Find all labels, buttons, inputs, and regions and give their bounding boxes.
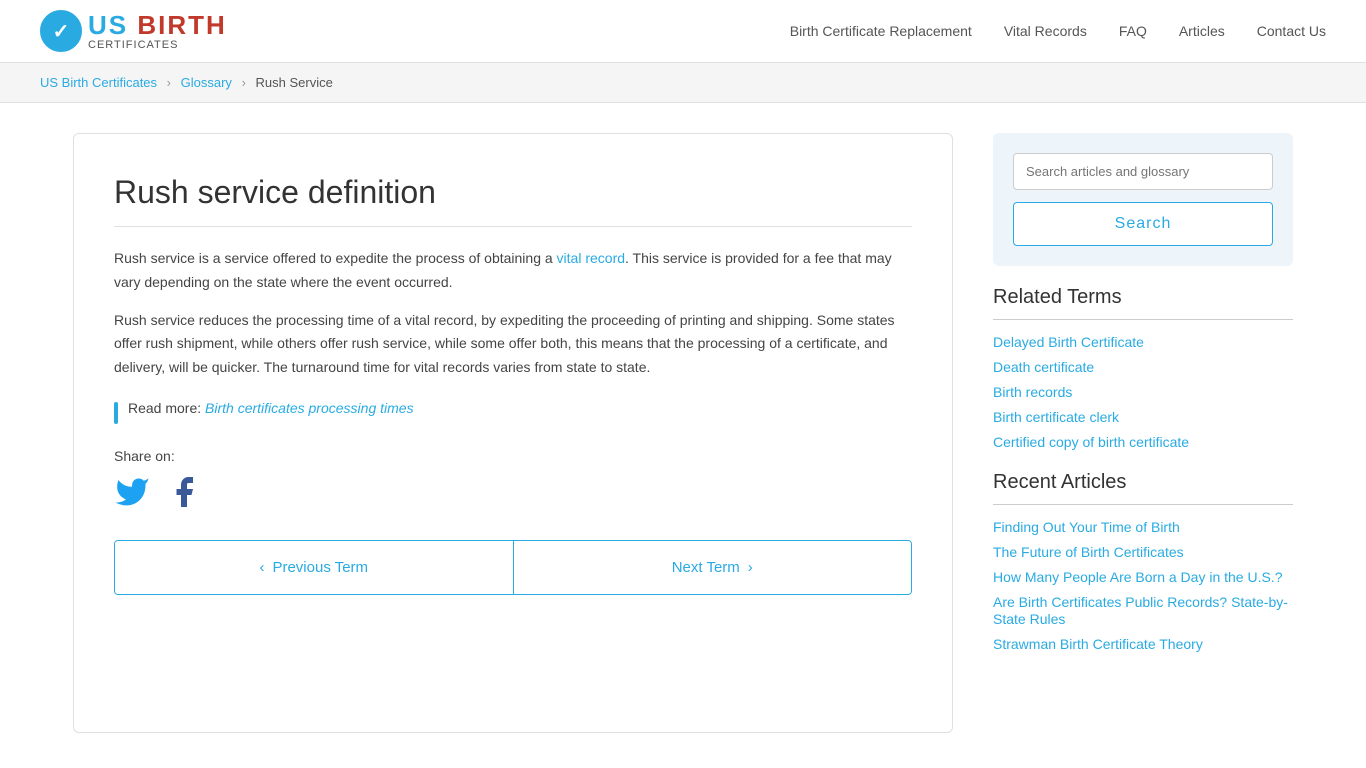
related-term-death-certificate[interactable]: Death certificate xyxy=(993,359,1094,375)
nav-faq[interactable]: FAQ xyxy=(1119,23,1147,39)
sidebar-search-card: Search xyxy=(993,133,1293,266)
read-more-text: Read more: Birth certificates processing… xyxy=(128,400,414,416)
nav-birth-certificate-replacement[interactable]: Birth Certificate Replacement xyxy=(790,23,972,39)
nav-contact-us[interactable]: Contact Us xyxy=(1257,23,1326,39)
paragraph-1: Rush service is a service offered to exp… xyxy=(114,247,912,295)
breadcrumb-current: Rush Service xyxy=(256,75,333,90)
list-item: Delayed Birth Certificate xyxy=(993,334,1293,351)
previous-term-label: Previous Term xyxy=(272,559,368,576)
search-button[interactable]: Search xyxy=(1013,202,1273,246)
share-icons xyxy=(114,474,912,510)
breadcrumb-glossary[interactable]: Glossary xyxy=(181,75,232,90)
main-nav: Birth Certificate Replacement Vital Reco… xyxy=(790,23,1326,39)
page-wrapper: Rush service definition Rush service is … xyxy=(33,103,1333,763)
related-term-delayed-birth-certificate[interactable]: Delayed Birth Certificate xyxy=(993,334,1144,350)
site-header: ✓ US BIRTH Certificates Birth Certificat… xyxy=(0,0,1366,63)
page-title: Rush service definition xyxy=(114,174,912,227)
logo-text: US BIRTH Certificates xyxy=(88,11,227,52)
related-terms-section: Related Terms Delayed Birth Certificate … xyxy=(993,286,1293,451)
term-navigation: ‹ Previous Term Next Term › xyxy=(114,540,912,595)
article-born-a-day[interactable]: How Many People Are Born a Day in the U.… xyxy=(993,569,1282,585)
breadcrumb: US Birth Certificates › Glossary › Rush … xyxy=(0,63,1366,103)
share-label: Share on: xyxy=(114,448,912,464)
list-item: How Many People Are Born a Day in the U.… xyxy=(993,569,1293,586)
logo[interactable]: ✓ US BIRTH Certificates xyxy=(40,10,227,52)
read-more-link[interactable]: Birth certificates processing times xyxy=(205,400,414,416)
list-item: Certified copy of birth certificate xyxy=(993,434,1293,451)
nav-vital-records[interactable]: Vital Records xyxy=(1004,23,1087,39)
recent-articles-section: Recent Articles Finding Out Your Time of… xyxy=(993,471,1293,653)
content-card: Rush service definition Rush service is … xyxy=(73,133,953,733)
related-term-birth-certificate-clerk[interactable]: Birth certificate clerk xyxy=(993,409,1119,425)
vital-record-link[interactable]: vital record xyxy=(557,250,625,266)
breadcrumb-sep-1: › xyxy=(167,75,171,90)
nav-articles[interactable]: Articles xyxy=(1179,23,1225,39)
article-public-records[interactable]: Are Birth Certificates Public Records? S… xyxy=(993,594,1288,627)
next-term-button[interactable]: Next Term › xyxy=(514,541,912,594)
logo-icon: ✓ xyxy=(40,10,82,52)
logo-birth-text: Certificates xyxy=(88,39,227,51)
related-terms-title: Related Terms xyxy=(993,286,1293,320)
list-item: Are Birth Certificates Public Records? S… xyxy=(993,594,1293,628)
paragraph-2: Rush service reduces the processing time… xyxy=(114,309,912,380)
article-finding-out-time-of-birth[interactable]: Finding Out Your Time of Birth xyxy=(993,519,1180,535)
recent-articles-list: Finding Out Your Time of Birth The Futur… xyxy=(993,519,1293,653)
related-term-certified-copy[interactable]: Certified copy of birth certificate xyxy=(993,434,1189,450)
prev-chevron: ‹ xyxy=(259,559,264,576)
article-strawman-theory[interactable]: Strawman Birth Certificate Theory xyxy=(993,636,1203,652)
read-more-label: Read more: xyxy=(128,400,201,416)
article-future-of-birth-certificates[interactable]: The Future of Birth Certificates xyxy=(993,544,1184,560)
search-input[interactable] xyxy=(1013,153,1273,190)
sidebar: Search Related Terms Delayed Birth Certi… xyxy=(993,133,1293,673)
list-item: Finding Out Your Time of Birth xyxy=(993,519,1293,536)
twitter-icon[interactable] xyxy=(114,474,150,510)
list-item: Birth records xyxy=(993,384,1293,401)
recent-articles-title: Recent Articles xyxy=(993,471,1293,505)
list-item: Strawman Birth Certificate Theory xyxy=(993,636,1293,653)
breadcrumb-sep-2: › xyxy=(242,75,246,90)
related-terms-list: Delayed Birth Certificate Death certific… xyxy=(993,334,1293,451)
logo-us-text: US BIRTH xyxy=(88,11,227,40)
content-body: Rush service is a service offered to exp… xyxy=(114,247,912,380)
related-term-birth-records[interactable]: Birth records xyxy=(993,384,1072,400)
next-term-label: Next Term xyxy=(672,559,740,576)
share-section: Share on: xyxy=(114,448,912,510)
breadcrumb-home[interactable]: US Birth Certificates xyxy=(40,75,157,90)
list-item: Birth certificate clerk xyxy=(993,409,1293,426)
read-more-block: Read more: Birth certificates processing… xyxy=(114,400,912,424)
previous-term-button[interactable]: ‹ Previous Term xyxy=(115,541,514,594)
next-chevron: › xyxy=(748,559,753,576)
list-item: Death certificate xyxy=(993,359,1293,376)
facebook-icon[interactable] xyxy=(166,474,202,510)
list-item: The Future of Birth Certificates xyxy=(993,544,1293,561)
blue-bar xyxy=(114,402,118,424)
